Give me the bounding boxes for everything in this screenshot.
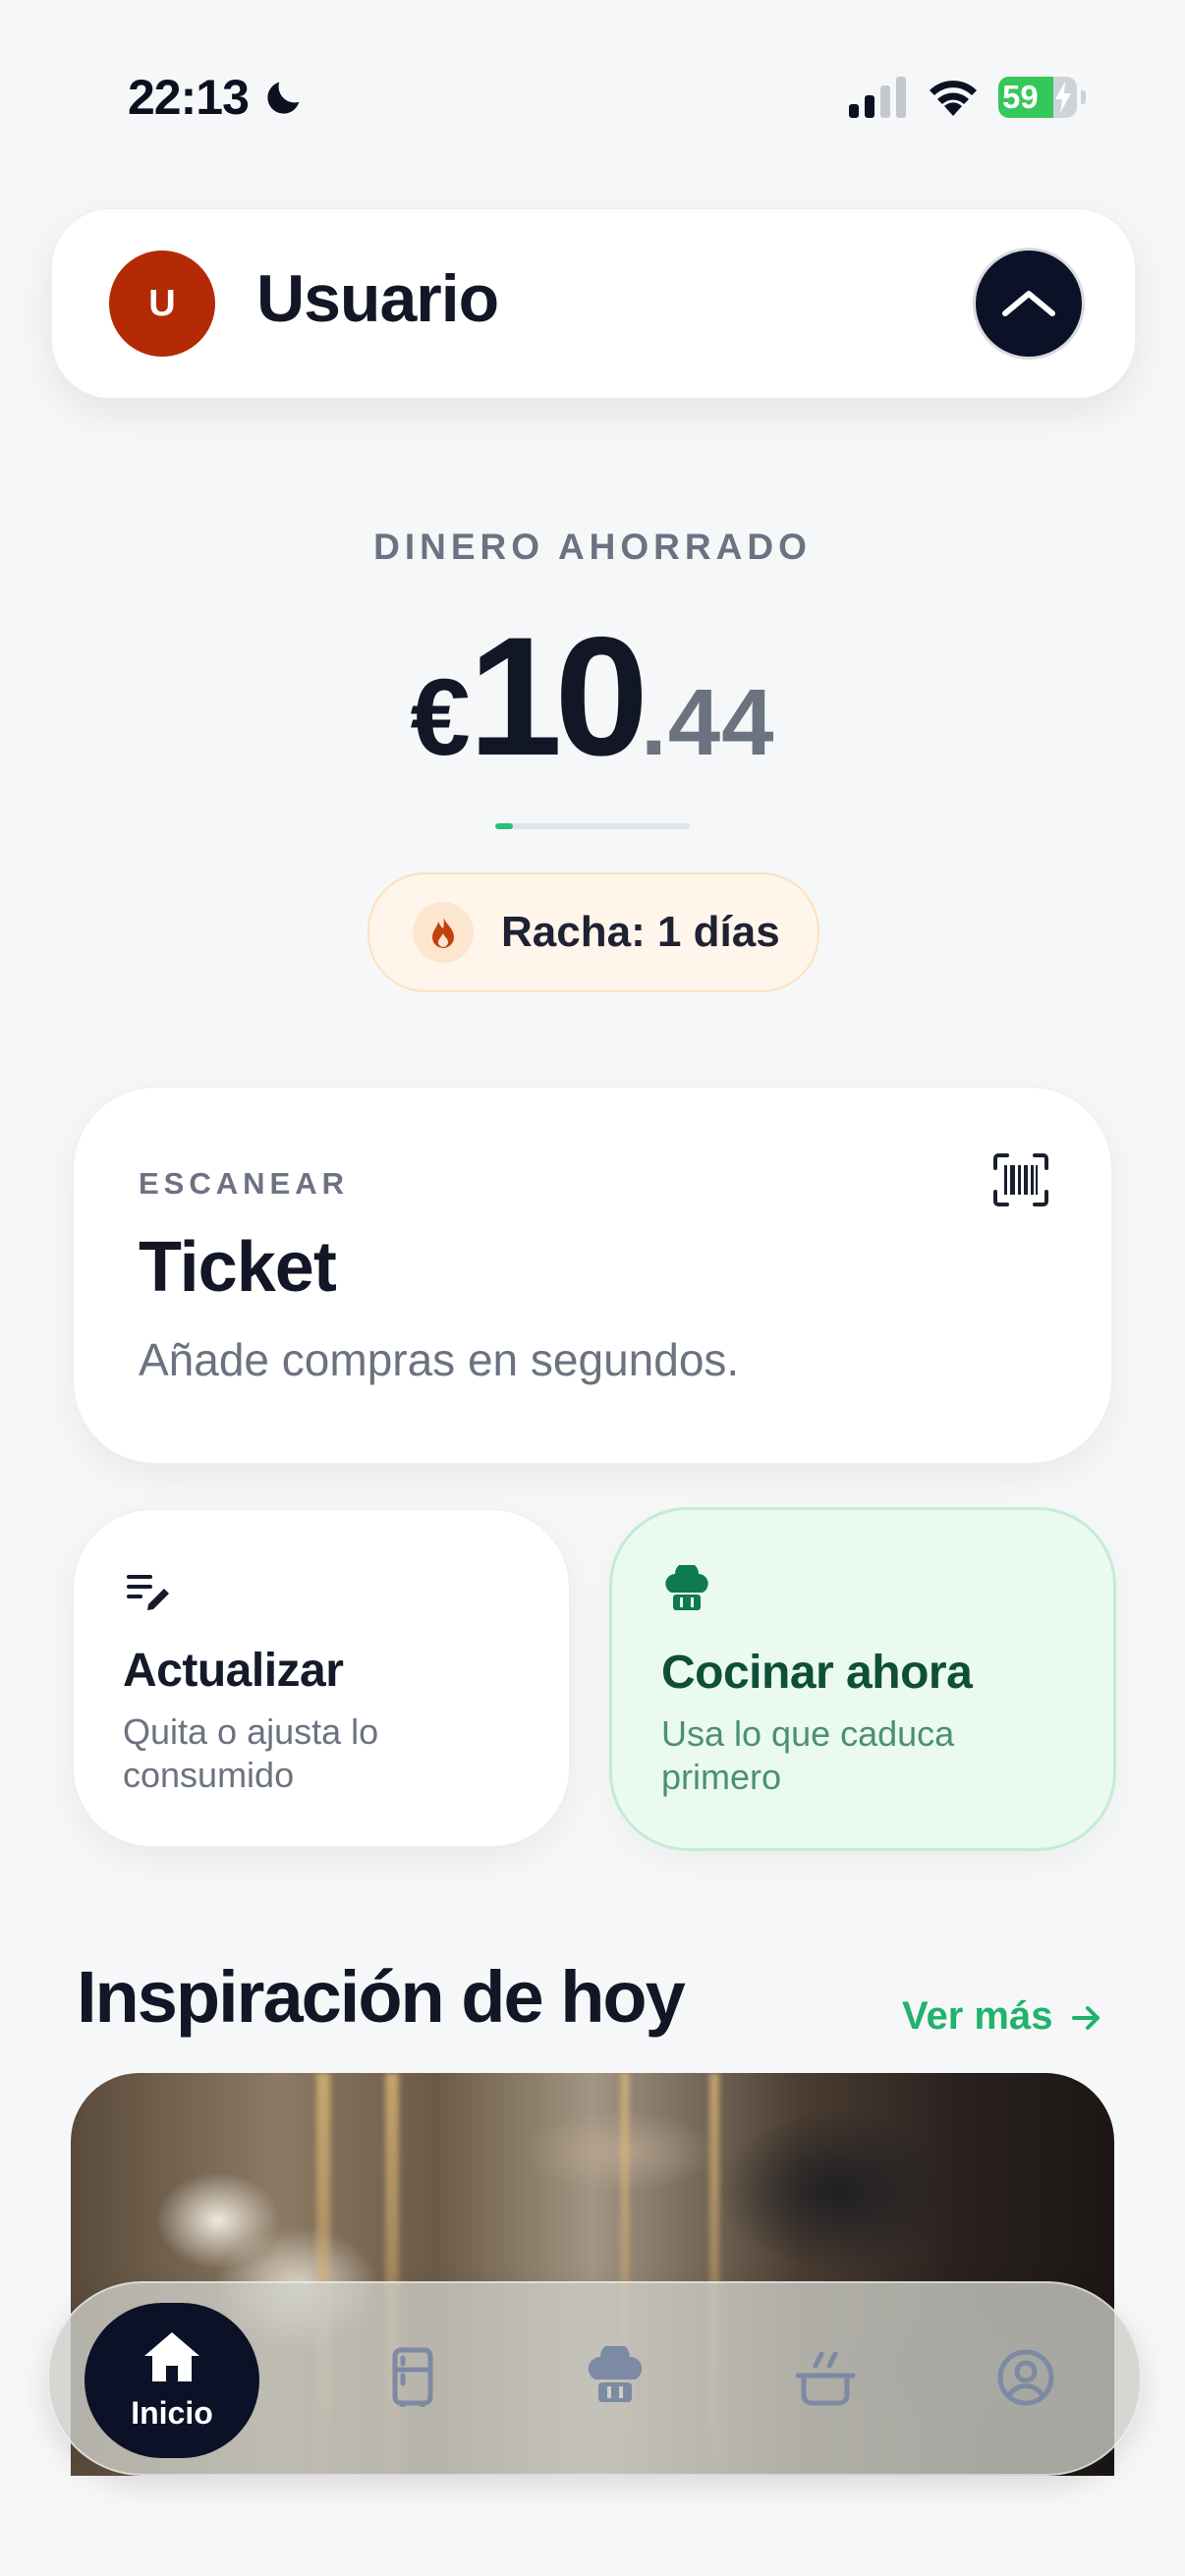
savings-progress-bar bbox=[495, 823, 690, 829]
scan-kicker: ESCANEAR bbox=[139, 1166, 349, 1201]
arrow-right-icon[interactable] bbox=[1069, 2000, 1104, 2036]
profile-icon[interactable] bbox=[994, 2346, 1057, 2409]
see-more-link[interactable]: Ver más bbox=[902, 1994, 1052, 2039]
wifi-icon bbox=[930, 81, 977, 116]
scan-ticket-card[interactable]: ESCANEAR Ticket Añade compras en segundo… bbox=[73, 1087, 1112, 1464]
user-name: Usuario bbox=[256, 261, 499, 336]
cook-title: Cocinar ahora bbox=[661, 1647, 973, 1699]
update-title: Actualizar bbox=[123, 1645, 344, 1697]
scan-subtitle: Añade compras en segundos. bbox=[139, 1334, 740, 1385]
update-subtitle: Quita o ajusta lo consumido bbox=[123, 1711, 379, 1795]
cook-now-card[interactable]: Cocinar ahora Usa lo que caduca primero bbox=[609, 1507, 1116, 1851]
amount-cents: .44 bbox=[641, 670, 775, 775]
nav-home-label: Inicio bbox=[131, 2395, 213, 2431]
signal-icon bbox=[849, 77, 906, 118]
cooking-pot-icon[interactable] bbox=[794, 2346, 857, 2409]
cook-subtitle: Usa lo que caduca primero bbox=[661, 1713, 955, 1797]
chef-hat-icon[interactable] bbox=[584, 2346, 647, 2409]
streak-label: Racha: 1 días bbox=[501, 908, 780, 956]
charging-bolt-icon bbox=[1055, 82, 1071, 113]
flame-icon bbox=[413, 902, 474, 963]
user-header-card: U Usuario bbox=[51, 208, 1136, 399]
fridge-icon[interactable] bbox=[381, 2346, 444, 2409]
inspiration-title: Inspiración de hoy bbox=[77, 1956, 686, 2038]
streak-badge: Racha: 1 días bbox=[367, 872, 819, 992]
edit-list-icon bbox=[127, 1575, 169, 1610]
home-icon bbox=[144, 2332, 199, 2381]
update-card[interactable]: Actualizar Quita o ajusta lo consumido bbox=[73, 1509, 570, 1847]
amount-whole: 10 bbox=[468, 602, 649, 791]
bottom-navigation: Inicio bbox=[47, 2281, 1142, 2476]
scan-title: Ticket bbox=[139, 1228, 337, 1307]
barcode-scan-icon bbox=[993, 1153, 1048, 1206]
nav-home[interactable]: Inicio bbox=[85, 2303, 259, 2458]
savings-progress-fill bbox=[495, 823, 513, 829]
status-time: 22:13 bbox=[128, 70, 250, 125]
battery-indicator: 59 bbox=[998, 77, 1086, 118]
moon-icon bbox=[267, 82, 300, 114]
avatar[interactable]: U bbox=[109, 251, 215, 357]
collapse-button[interactable] bbox=[976, 251, 1082, 357]
chef-hat-icon bbox=[665, 1565, 708, 1610]
savings-amount: €10.44 bbox=[0, 599, 1185, 794]
chevron-up-icon bbox=[1002, 291, 1055, 316]
savings-label: DINERO AHORRADO bbox=[373, 527, 812, 567]
currency-symbol: € bbox=[410, 657, 471, 778]
status-bar: 22:13 59 bbox=[0, 0, 1185, 196]
battery-percent: 59 bbox=[1002, 79, 1039, 115]
